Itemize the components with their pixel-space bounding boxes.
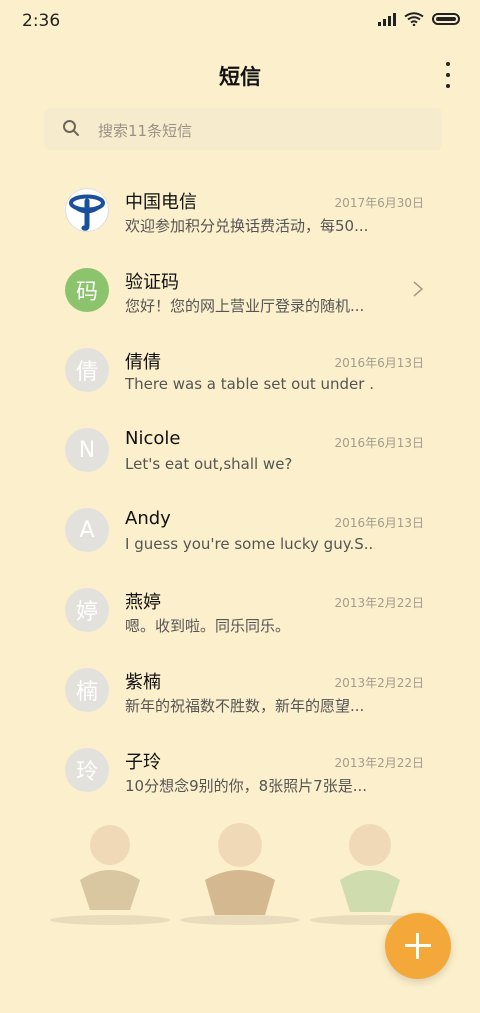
contact-name: 倩倩 (125, 352, 161, 373)
message-preview: 欢迎参加积分兑换话费活动，每50... (125, 217, 369, 235)
chevron-right-icon (413, 281, 424, 297)
message-date: 2013年2月22日 (334, 596, 424, 610)
more-options-icon[interactable] (444, 62, 452, 88)
message-preview: I guess you're some lucky guy.S... (125, 535, 375, 553)
conversation-item[interactable]: N Nicole Let's eat out,shall we? 2016年6月… (0, 410, 480, 490)
signal-icon (378, 12, 396, 26)
message-date: 2016年6月13日 (334, 356, 424, 370)
message-date: 2013年2月22日 (334, 676, 424, 690)
message-date: 2017年6月30日 (334, 196, 424, 210)
contact-name: 子玲 (125, 752, 161, 773)
avatar: 倩 (65, 348, 109, 392)
compose-button[interactable] (385, 913, 451, 979)
status-icons (378, 12, 460, 26)
search-input[interactable]: 搜索11条短信 (44, 108, 442, 150)
status-time: 2:36 (22, 11, 61, 31)
conversation-item[interactable]: 中国电信 欢迎参加积分兑换话费活动，每50... 2017年6月30日 (0, 170, 480, 250)
avatar: A (65, 508, 109, 552)
china-telecom-logo-icon (65, 188, 109, 232)
conversation-item[interactable]: 玲 子玲 10分想念9别的你，8张照片7张是... 2013年2月22日 (0, 730, 480, 810)
contact-name: Andy (125, 508, 171, 529)
avatar: N (65, 428, 109, 472)
contact-name: 紫楠 (125, 672, 161, 693)
conversation-item[interactable]: 倩 倩倩 There was a table set out under ...… (0, 330, 480, 410)
avatar: 婷 (65, 588, 109, 632)
contact-name: Nicole (125, 428, 181, 449)
contact-name: 验证码 (125, 272, 179, 293)
contact-name: 燕婷 (125, 592, 161, 613)
page-title: 短信 (219, 65, 261, 89)
avatar: 楠 (65, 668, 109, 712)
message-date: 2013年2月22日 (334, 756, 424, 770)
conversation-item[interactable]: 楠 紫楠 新年的祝福数不胜数，新年的愿望... 2013年2月22日 (0, 650, 480, 730)
conversation-item[interactable]: A Andy I guess you're some lucky guy.S..… (0, 490, 480, 570)
avatar: 玲 (65, 748, 109, 792)
message-preview: 您好！您的网上营业厅登录的随机... (125, 297, 365, 315)
title-bar: 短信 (0, 44, 480, 106)
message-preview: There was a table set out under ... (125, 375, 375, 393)
status-bar: 2:36 (0, 0, 480, 44)
contact-name: 中国电信 (125, 192, 197, 213)
wifi-icon (404, 12, 424, 26)
avatar: 码 (65, 268, 109, 312)
message-preview: 嗯。收到啦。同乐同乐。 (125, 617, 291, 635)
message-date: 2016年6月13日 (334, 436, 424, 450)
message-preview: 10分想念9别的你，8张照片7张是... (125, 777, 368, 795)
message-date: 2016年6月13日 (334, 516, 424, 530)
battery-icon (432, 13, 460, 25)
conversation-item[interactable]: 码 验证码 您好！您的网上营业厅登录的随机... (0, 250, 480, 330)
search-placeholder: 搜索11条短信 (98, 122, 193, 140)
conversation-item[interactable]: 婷 燕婷 嗯。收到啦。同乐同乐。 2013年2月22日 (0, 570, 480, 650)
search-icon (63, 120, 79, 136)
message-preview: Let's eat out,shall we? (125, 455, 293, 473)
message-preview: 新年的祝福数不胜数，新年的愿望... (125, 697, 365, 715)
